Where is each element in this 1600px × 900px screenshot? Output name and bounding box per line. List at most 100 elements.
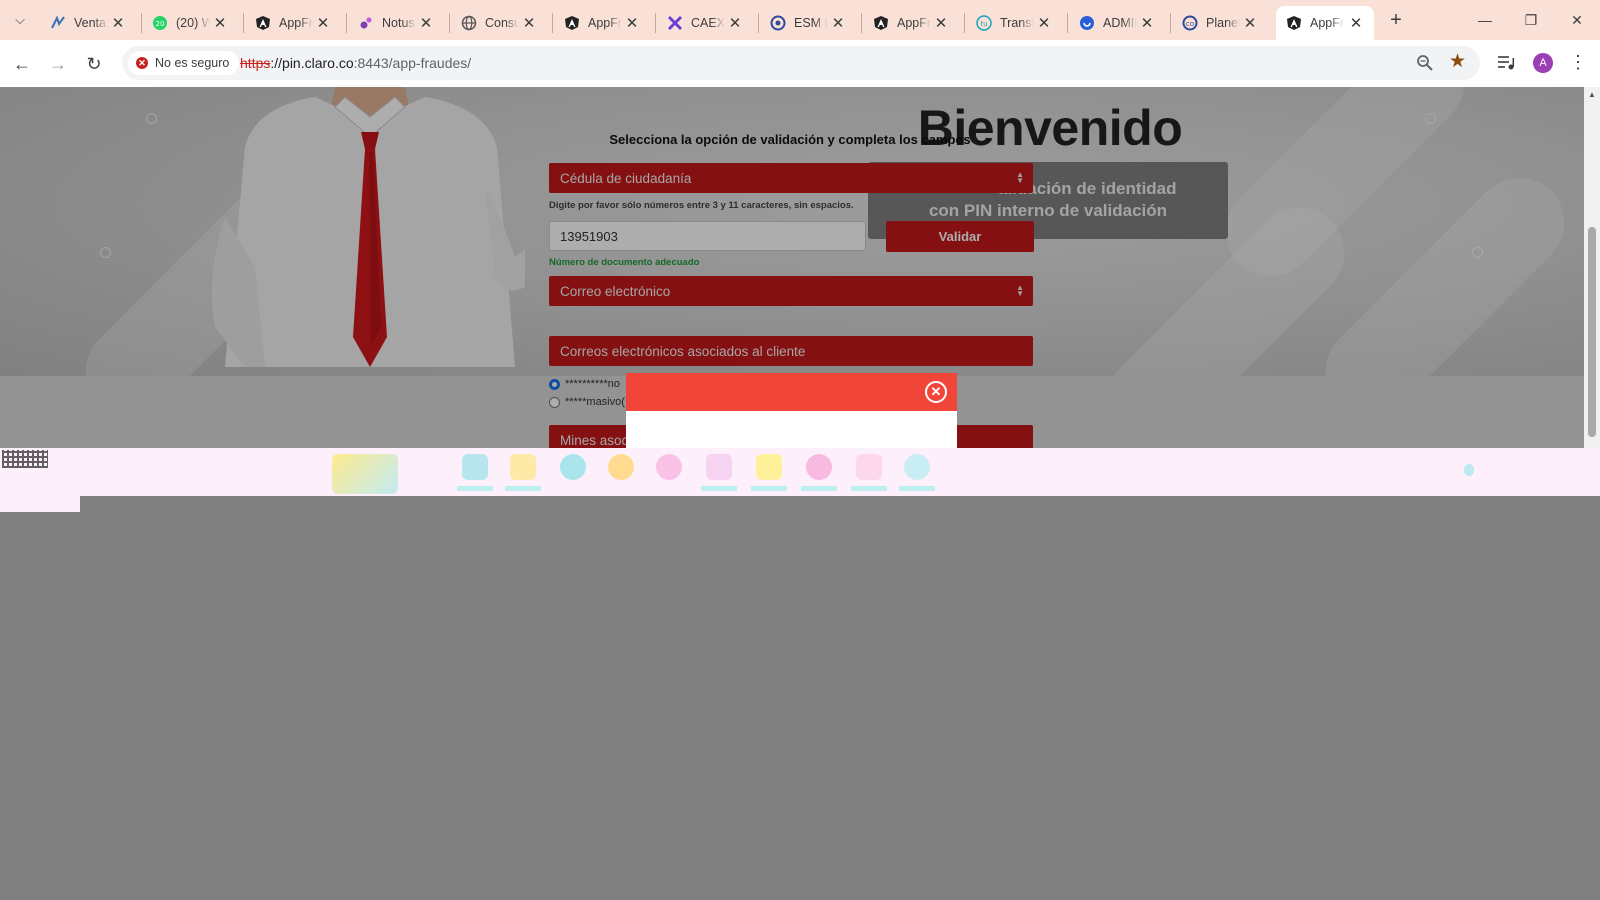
- tab-separator: [758, 13, 759, 33]
- profile-avatar[interactable]: A: [1533, 53, 1553, 73]
- address-bar[interactable]: ✕ No es seguro https://pin.claro.co:8443…: [122, 46, 1480, 80]
- taskbar-active-indicator: [701, 486, 737, 491]
- tab-planeta[interactable]: co Planeta ✕: [1172, 6, 1268, 40]
- decorative-ring: [146, 113, 157, 124]
- page-scrollbar[interactable]: ▲: [1584, 87, 1600, 448]
- doc-number-input[interactable]: 13951903: [549, 221, 866, 251]
- back-button[interactable]: ←: [8, 50, 36, 78]
- tab-admin[interactable]: ADMIN ✕: [1069, 6, 1165, 40]
- tab-separator: [449, 13, 450, 33]
- taskbar-app-icon[interactable]: [856, 454, 882, 480]
- firefox-icon[interactable]: [656, 454, 682, 480]
- close-window-button[interactable]: ✕: [1554, 6, 1600, 34]
- bookmark-star-icon[interactable]: ★: [1449, 52, 1466, 72]
- close-tab-icon[interactable]: ✕: [1348, 14, 1364, 32]
- glitch-artifact: [2, 450, 48, 468]
- tab-notus[interactable]: Notus ✕: [348, 6, 444, 40]
- select-caret-icon: ▲ ▼: [1016, 170, 1024, 185]
- welcome-subtitle-line2: con PIN interno de validación: [928, 201, 1168, 220]
- tab-esm[interactable]: ESM L ✕: [760, 6, 856, 40]
- radio-checked[interactable]: [549, 378, 560, 390]
- close-tab-icon[interactable]: ✕: [1242, 14, 1258, 32]
- tab-consulta[interactable]: Consulta ✕: [451, 6, 547, 40]
- tab-whatsapp[interactable]: 20 (20) W ✕: [142, 6, 238, 40]
- close-tab-icon[interactable]: ✕: [1036, 14, 1052, 32]
- media-control-icon[interactable]: [1496, 52, 1518, 74]
- minimize-icon: —: [1478, 12, 1492, 28]
- modal-dialog: ✕: [626, 373, 957, 448]
- zoom-icon[interactable]: [1416, 54, 1434, 72]
- taskbar-app-icon[interactable]: [904, 454, 930, 480]
- widgets-icon[interactable]: [332, 454, 398, 494]
- tab-separator: [552, 13, 553, 33]
- text-app-icon[interactable]: [706, 454, 732, 480]
- modal-header: ✕: [626, 373, 957, 411]
- arrow-right-icon: →: [49, 53, 67, 74]
- close-circle-icon[interactable]: ✕: [925, 381, 947, 403]
- close-tab-icon[interactable]: ✕: [521, 14, 537, 32]
- close-tab-icon[interactable]: ✕: [110, 14, 126, 32]
- email-option-label: **********no: [565, 378, 621, 390]
- sticky-notes-icon[interactable]: [756, 454, 782, 480]
- tab-appfraudes-3[interactable]: AppFraudes ✕: [863, 6, 959, 40]
- edge-icon[interactable]: [560, 454, 586, 480]
- close-tab-icon[interactable]: ✕: [418, 14, 434, 32]
- tab-search-button[interactable]: ⌵: [6, 6, 34, 34]
- browser-toolbar: ← → ↻ ✕ No es seguro https://pin.claro.c…: [0, 40, 1600, 87]
- contact-method-value: Correo electrónico: [560, 283, 671, 299]
- close-tab-icon[interactable]: ✕: [315, 14, 331, 32]
- email-option-1[interactable]: **********no: [549, 378, 620, 390]
- close-tab-icon[interactable]: ✕: [933, 14, 949, 32]
- taskbar-active-indicator: [751, 486, 787, 491]
- security-chip[interactable]: ✕ No es seguro: [128, 51, 240, 75]
- tab-appfraudes-1[interactable]: AppFraudes ✕: [245, 6, 341, 40]
- close-tab-icon[interactable]: ✕: [830, 14, 846, 32]
- tab-separator: [243, 13, 244, 33]
- globe-favicon-icon: [461, 15, 477, 31]
- tab-caex[interactable]: CAEX ✕: [657, 6, 753, 40]
- close-tab-icon[interactable]: ✕: [727, 14, 743, 32]
- tab-separator: [1170, 13, 1171, 33]
- tab-appfraudes-active[interactable]: AppFraudes ✕: [1276, 6, 1374, 40]
- angular-favicon-icon: [1286, 15, 1302, 31]
- tab-appfraudes-2[interactable]: AppFraudes ✕: [554, 6, 650, 40]
- close-tab-icon[interactable]: ✕: [1139, 14, 1155, 32]
- reload-button[interactable]: ↻: [80, 50, 108, 78]
- doc-type-select[interactable]: Cédula de ciudadanía ▲ ▼: [549, 163, 1033, 193]
- validate-button[interactable]: Validar: [886, 221, 1034, 252]
- close-tab-icon[interactable]: ✕: [212, 14, 228, 32]
- contact-method-select[interactable]: Correo electrónico ▲ ▼: [549, 276, 1033, 306]
- chrome-icon[interactable]: [608, 454, 634, 480]
- radio-unchecked[interactable]: [549, 396, 560, 408]
- kebab-menu-icon[interactable]: ⋮: [1568, 51, 1588, 75]
- security-label: No es seguro: [155, 56, 230, 70]
- scroll-up-icon[interactable]: ▲: [1588, 90, 1596, 99]
- angular-favicon-icon: [255, 15, 271, 31]
- taskbar-active-indicator: [505, 486, 541, 491]
- tab-ventas[interactable]: Ventas ✕: [40, 6, 136, 40]
- tab-translate[interactable]: tu Translate ✕: [966, 6, 1062, 40]
- taskbar-app-icon[interactable]: [462, 454, 488, 480]
- taskbar-active-indicator: [801, 486, 837, 491]
- url-text[interactable]: https://pin.claro.co:8443/app-fraudes/: [240, 55, 471, 71]
- email-option-2[interactable]: *****masivo(: [549, 396, 625, 408]
- email-option-label: *****masivo(: [565, 396, 625, 408]
- new-tab-button[interactable]: +: [1384, 8, 1408, 32]
- insecure-warning-icon: ✕: [136, 57, 148, 69]
- notus-favicon-icon: [358, 15, 374, 31]
- tray-icon[interactable]: [1464, 464, 1474, 476]
- minimize-button[interactable]: —: [1462, 6, 1508, 34]
- scroll-thumb[interactable]: [1588, 227, 1596, 437]
- doc-valid-message: Número de documento adecuado: [549, 257, 700, 268]
- folder-icon[interactable]: [510, 454, 536, 480]
- taskbar-active-indicator: [851, 486, 887, 491]
- arrow-left-icon: ←: [13, 53, 31, 74]
- close-tab-icon[interactable]: ✕: [624, 14, 640, 32]
- angular-favicon-icon: [873, 15, 889, 31]
- chrome-profile-icon[interactable]: [806, 454, 832, 480]
- forward-button[interactable]: →: [44, 50, 72, 78]
- plus-icon: +: [1390, 8, 1402, 31]
- whatsapp-favicon-icon: 20: [152, 15, 168, 31]
- restore-button[interactable]: ❐: [1508, 6, 1554, 34]
- restore-icon: ❐: [1524, 11, 1538, 28]
